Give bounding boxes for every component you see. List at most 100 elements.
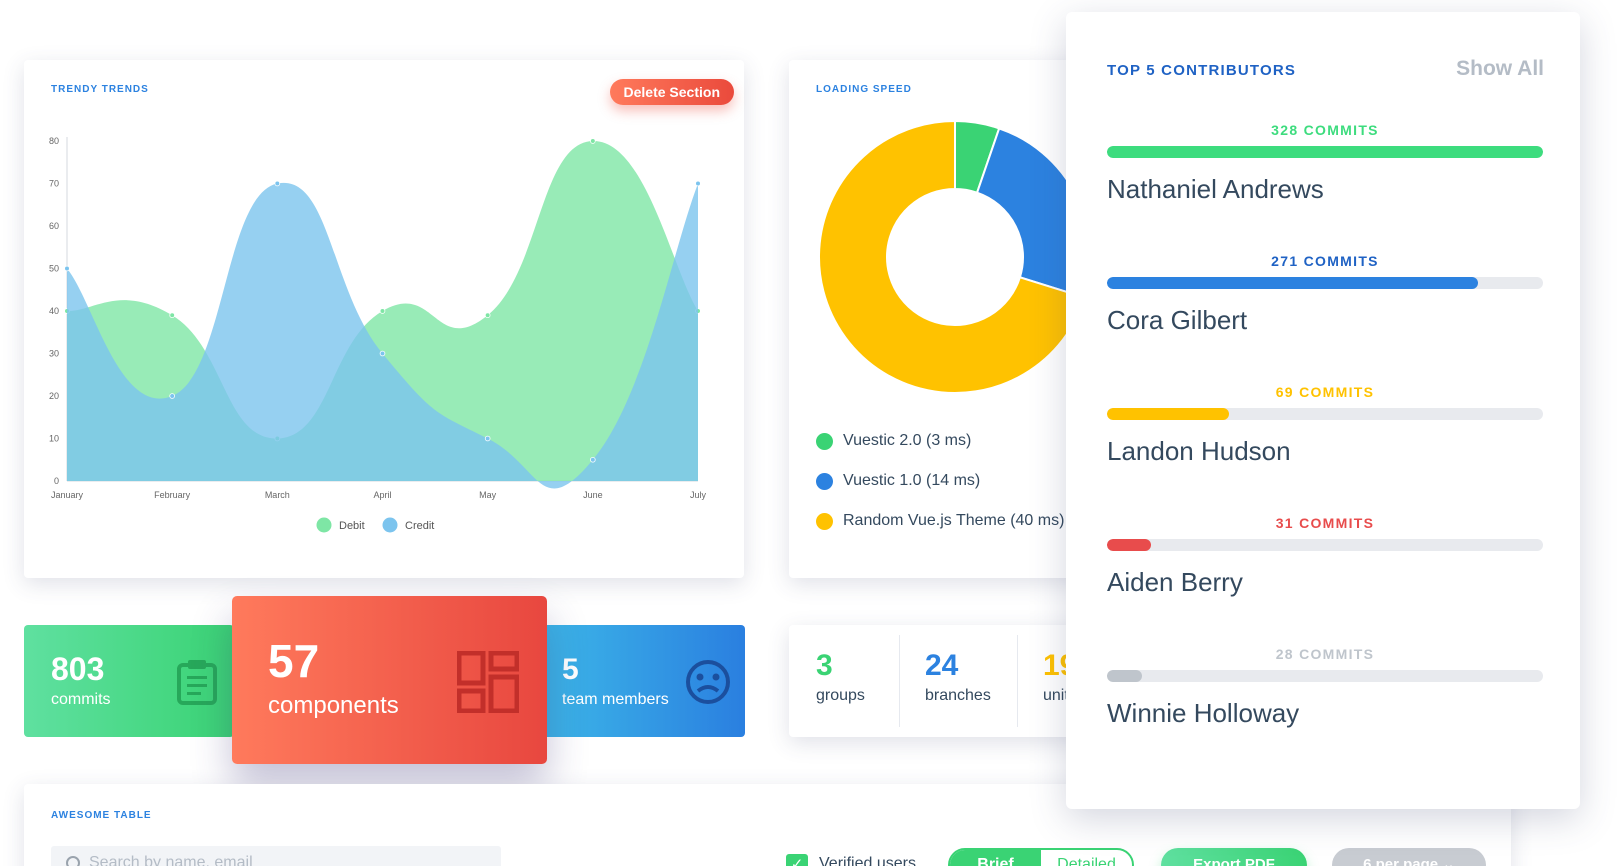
branches-count: 24 xyxy=(925,649,959,682)
x-tick-label: June xyxy=(583,490,603,500)
delete-section-button[interactable]: Delete Section xyxy=(609,79,734,105)
progress-fill xyxy=(1107,146,1543,158)
per-page-select[interactable]: 6 per page ⌄ xyxy=(1332,848,1486,866)
y-tick-label: 70 xyxy=(49,179,59,189)
team-members-label: team members xyxy=(562,691,669,708)
components-count: 57 xyxy=(268,635,320,687)
search-icon xyxy=(66,856,80,866)
per-page-label: 6 per page xyxy=(1363,856,1439,866)
contributor-name: Winnie Holloway xyxy=(1107,698,1300,728)
grid-icon xyxy=(457,651,519,713)
divider xyxy=(899,635,900,727)
verified-users-checkbox[interactable]: ✓ xyxy=(786,854,808,866)
legend-label: Vuestic 1.0 (14 ms) xyxy=(843,472,981,489)
data-point-credit xyxy=(695,180,701,187)
export-pdf-button[interactable]: Export PDF xyxy=(1161,848,1307,866)
contributors-title: TOP 5 CONTRIBUTORS xyxy=(1107,62,1297,79)
y-tick-label: 80 xyxy=(49,136,59,146)
legend-item: Random Vue.js Theme (40 ms) xyxy=(816,512,1064,530)
contributor-progress-bar xyxy=(1107,670,1543,682)
legend-dot xyxy=(816,472,833,490)
contributor-name: Aiden Berry xyxy=(1107,567,1243,597)
contributor-commits: 328 COMMITS xyxy=(1271,122,1379,138)
legend-dot xyxy=(816,432,833,450)
search-input[interactable] xyxy=(89,854,469,866)
data-point-credit xyxy=(379,350,386,357)
data-point-credit xyxy=(274,180,281,187)
data-point-debit xyxy=(379,308,386,314)
components-tile: 57 components xyxy=(232,596,547,764)
contributor-name: Landon Hudson xyxy=(1107,436,1291,466)
legend-dot xyxy=(816,512,833,530)
legend-label: Vuestic 2.0 (3 ms) xyxy=(843,432,972,449)
x-tick-label: January xyxy=(51,490,84,500)
legend-item: Vuestic 2.0 (3 ms) xyxy=(816,432,971,450)
x-tick-label: April xyxy=(373,490,391,500)
contributor-commits: 271 COMMITS xyxy=(1271,253,1379,269)
contributor-commits: 69 COMMITS xyxy=(1275,384,1375,400)
groups-label: groups xyxy=(816,687,865,704)
data-point-debit xyxy=(484,312,491,319)
commits-label: commits xyxy=(51,691,111,708)
contributor-progress-bar xyxy=(1107,408,1543,420)
legend-label-debit: Debit xyxy=(339,520,365,532)
table-title: AWESOME TABLE xyxy=(51,810,152,821)
top-contributors-panel: TOP 5 CONTRIBUTORS Show All 328 COMMITS … xyxy=(1066,12,1580,809)
trends-card: 0 10 20 30 40 50 60 70 80 January February March Apr… xyxy=(24,60,744,578)
contributor-item: 31 COMMITS Aiden Berry xyxy=(1107,515,1543,615)
contributor-item: 69 COMMITS Landon Hudson xyxy=(1107,384,1543,484)
data-point-debit xyxy=(590,138,596,144)
legend-label-credit: Credit xyxy=(405,520,434,532)
contributor-name: Nathaniel Andrews xyxy=(1107,174,1324,204)
contributor-item: 28 COMMITS Winnie Holloway xyxy=(1107,646,1543,746)
components-label: components xyxy=(268,692,399,719)
trends-title: TRENDY TRENDS xyxy=(51,84,149,95)
contributor-progress-bar xyxy=(1107,539,1543,551)
team-members-tile: 5 team members xyxy=(535,625,745,737)
data-point-debit xyxy=(169,312,175,319)
data-point-credit xyxy=(64,265,70,272)
contributor-commits: 31 COMMITS xyxy=(1275,515,1375,531)
legend-label: Random Vue.js Theme (40 ms) xyxy=(843,512,1065,529)
detailed-toggle-option[interactable]: Detailed xyxy=(1041,850,1132,866)
y-tick-label: 40 xyxy=(49,306,59,316)
clipboard-icon xyxy=(177,660,217,705)
divider xyxy=(1017,635,1018,727)
progress-fill xyxy=(1107,408,1230,420)
progress-fill xyxy=(1107,670,1142,682)
y-tick-label: 0 xyxy=(54,476,59,486)
view-mode-toggle: Brief Detailed xyxy=(948,848,1134,866)
legend-marker-debit xyxy=(316,517,332,533)
y-tick-label: 60 xyxy=(49,221,59,231)
progress-fill xyxy=(1107,277,1478,289)
contributor-commits: 28 COMMITS xyxy=(1275,646,1375,662)
data-point-credit xyxy=(484,435,491,442)
verified-users-label: Verified users xyxy=(819,855,916,866)
legend-item: Vuestic 1.0 (14 ms) xyxy=(816,472,980,490)
commits-count: 803 xyxy=(51,651,105,687)
brief-toggle-option[interactable]: Brief xyxy=(950,850,1041,866)
contributor-progress-bar xyxy=(1107,146,1543,158)
x-tick-label: March xyxy=(265,490,290,500)
y-tick-label: 10 xyxy=(49,434,59,444)
chevron-down-icon: ⌄ xyxy=(1442,856,1455,866)
contributor-name: Cora Gilbert xyxy=(1107,305,1248,335)
y-tick-label: 50 xyxy=(49,264,59,274)
contributor-progress-bar xyxy=(1107,277,1543,289)
x-tick-label: May xyxy=(479,490,497,500)
contributor-item: 271 COMMITS Cora Gilbert xyxy=(1107,253,1543,353)
team-members-count: 5 xyxy=(562,653,579,686)
smiley-icon xyxy=(686,660,730,704)
x-tick-label: February xyxy=(154,490,191,500)
x-tick-label: July xyxy=(690,490,707,500)
loading-speed-title: LOADING SPEED xyxy=(816,84,912,95)
show-all-link[interactable]: Show All xyxy=(1456,57,1544,81)
data-point-credit xyxy=(590,456,596,463)
groups-count: 3 xyxy=(816,649,833,682)
data-point-credit xyxy=(169,393,175,399)
trends-chart: 0 10 20 30 40 50 60 70 80 January February March Apr… xyxy=(49,136,707,533)
legend-marker-credit xyxy=(382,517,398,533)
search-box xyxy=(51,846,501,866)
y-tick-label: 30 xyxy=(49,349,59,359)
branches-label: branches xyxy=(925,687,991,704)
